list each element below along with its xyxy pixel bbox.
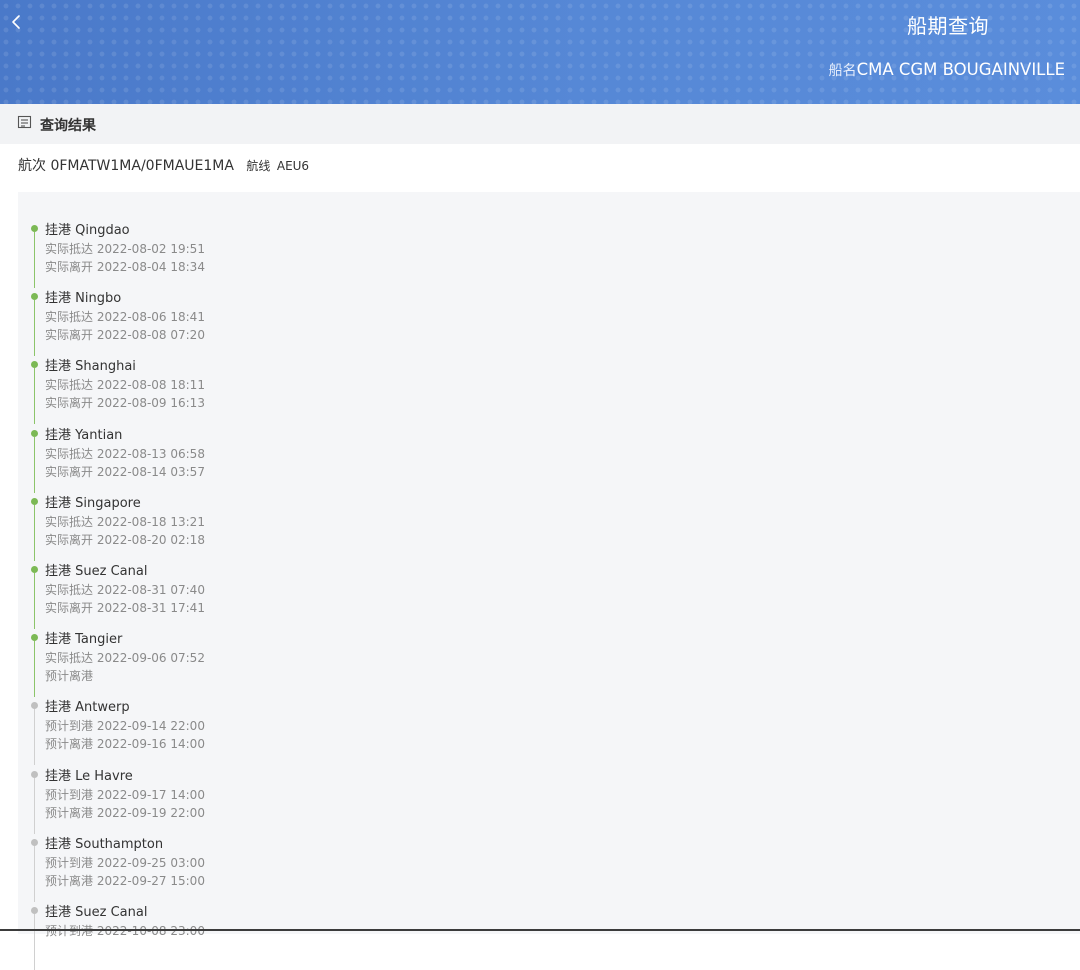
arrival-time: 实际抵达 2022-08-06 18:41 [45, 310, 205, 325]
port-name: 挂港 Yantian [45, 427, 123, 443]
port-name: 挂港 Suez Canal [45, 563, 148, 579]
status-dot [31, 702, 38, 710]
port-call-item: 挂港 Southampton 预计到港 2022-09-25 03:00 预计离港 … [18, 833, 1080, 902]
timeline-connector [34, 913, 35, 970]
status-dot [31, 770, 38, 778]
departure-time: 预计离港 2022-09-16 14:00 [45, 737, 205, 752]
status-dot [31, 497, 38, 505]
timeline-connector [34, 368, 35, 425]
voyage-label: 航次 [18, 158, 46, 174]
departure-time: 实际离开 2022-08-04 18:34 [45, 260, 205, 274]
timeline-connector [34, 300, 35, 357]
departure-time: 实际离开 2022-08-14 03:57 [45, 464, 205, 479]
timeline-connector [34, 504, 35, 561]
port-call-item: 挂港 Shanghai 实际抵达 2022-08-08 18:11 实际离开 202… [18, 355, 1080, 425]
status-dot [31, 565, 38, 573]
voyage-info: 航次 0FMATW1MA/0FMAUE1MA 航线 AEU6 [18, 155, 309, 175]
port-call-item: 挂港 Suez Canal 实际抵达 2022-08-31 07:40 实际离开 2… [18, 560, 1080, 629]
port-name: 挂港 Ningbo [45, 291, 122, 307]
port-name: 挂港 Le Havre [45, 768, 133, 784]
port-call-item: 挂港 Ningbo 实际抵达 2022-08-06 18:41 实际离开 2022-… [18, 287, 1080, 357]
timeline-connector [34, 845, 35, 902]
port-call-item: 挂港 Suez Canal预计到港 2022-10-08 23:00 [18, 901, 1080, 970]
port-name: 挂港 Shanghai [45, 359, 136, 375]
port-call-item: 挂港 Tangier 实际抵达 2022-09-06 07:52 预计离港 [18, 628, 1080, 698]
status-dot [31, 225, 38, 232]
arrival-time: 实际抵达 2022-08-31 07:40 [45, 582, 205, 597]
chevron-left-icon [12, 15, 20, 29]
port-name: 挂港 Qingdao [45, 223, 130, 238]
route-label: 航线 [246, 159, 271, 173]
departure-time: 实际离开 2022-08-09 16:13 [45, 396, 205, 411]
schedule-panel: 挂港 Qingdao 实际抵达 2022-08-02 19:51 实际离开 2022… [18, 192, 1080, 970]
bottom-divider [0, 929, 1080, 931]
page-title: 船期查询 [907, 14, 989, 38]
port-timeline: 挂港 Qingdao 实际抵达 2022-08-02 19:51 实际离开 2022… [18, 219, 1080, 970]
document-icon [17, 115, 32, 129]
arrival-time: 预计到港 2022-09-14 22:00 [45, 719, 205, 734]
port-name: 挂港 Singapore [45, 495, 141, 511]
arrival-time: 实际抵达 2022-09-06 07:52 [45, 651, 205, 666]
port-call-item: 挂港 Singapore 实际抵达 2022-08-18 13:21 实际离开 20… [18, 492, 1080, 561]
ship-name-label: 船名 [828, 63, 857, 79]
voyage-value: 0FMATW1MA/0FMAUE1MA [50, 158, 234, 174]
departure-time: 实际离开 2022-08-31 17:41 [45, 600, 205, 615]
status-dot [31, 634, 38, 642]
back-button[interactable] [6, 10, 30, 34]
port-call-item: 挂港 Qingdao 实际抵达 2022-08-02 19:51 实际离开 2022… [18, 219, 1080, 288]
route-value: AEU6 [276, 159, 310, 173]
port-call-item: 挂港 Yantian 实际抵达 2022-08-13 06:58 实际离开 2022… [18, 424, 1080, 493]
port-name: 挂港 Suez Canal [45, 904, 148, 920]
section-header: 查询结果 [0, 104, 1080, 144]
timeline-connector [34, 436, 35, 493]
arrival-time: 实际抵达 2022-08-02 19:51 [45, 242, 205, 256]
port-name: 挂港 Southampton [45, 836, 164, 852]
timeline-connector [34, 641, 35, 698]
timeline-connector [34, 777, 35, 834]
status-dot [31, 429, 38, 437]
arrival-time: 预计到港 2022-09-17 14:00 [45, 787, 205, 802]
departure-time: 实际离开 2022-08-20 02:18 [45, 532, 205, 547]
port-name: 挂港 Antwerp [45, 700, 130, 716]
header-bar: 船期查询 船名CMA CGM BOUGAINVILLE [0, 0, 1080, 104]
timeline-connector [34, 572, 35, 629]
status-dot [31, 906, 38, 914]
section-title: 查询结果 [40, 118, 96, 134]
departure-time: 预计离港 2022-09-27 15:00 [45, 873, 205, 888]
status-dot [31, 838, 38, 846]
timeline-connector [34, 232, 35, 288]
status-dot [31, 361, 38, 369]
ship-name-line: 船名CMA CGM BOUGAINVILLE [829, 60, 1065, 80]
status-dot [31, 293, 38, 301]
arrival-time: 实际抵达 2022-08-13 06:58 [45, 446, 205, 461]
port-name: 挂港 Tangier [45, 632, 123, 648]
arrival-time: 预计到港 2022-09-25 03:00 [45, 855, 205, 870]
arrival-time: 实际抵达 2022-08-08 18:11 [45, 378, 205, 393]
departure-time: 预计离港 2022-09-19 22:00 [45, 805, 205, 820]
departure-time: 实际离开 2022-08-08 07:20 [45, 328, 205, 343]
port-call-item: 挂港 Antwerp 预计到港 2022-09-14 22:00 预计离港 2022… [18, 696, 1080, 766]
arrival-time: 实际抵达 2022-08-18 13:21 [45, 514, 205, 529]
port-call-item: 挂港 Le Havre 预计到港 2022-09-17 14:00 预计离港 202… [18, 765, 1080, 834]
departure-time: 预计离港 [45, 669, 94, 684]
timeline-connector [34, 709, 35, 766]
ship-name-value: CMA CGM BOUGAINVILLE [856, 60, 1065, 79]
